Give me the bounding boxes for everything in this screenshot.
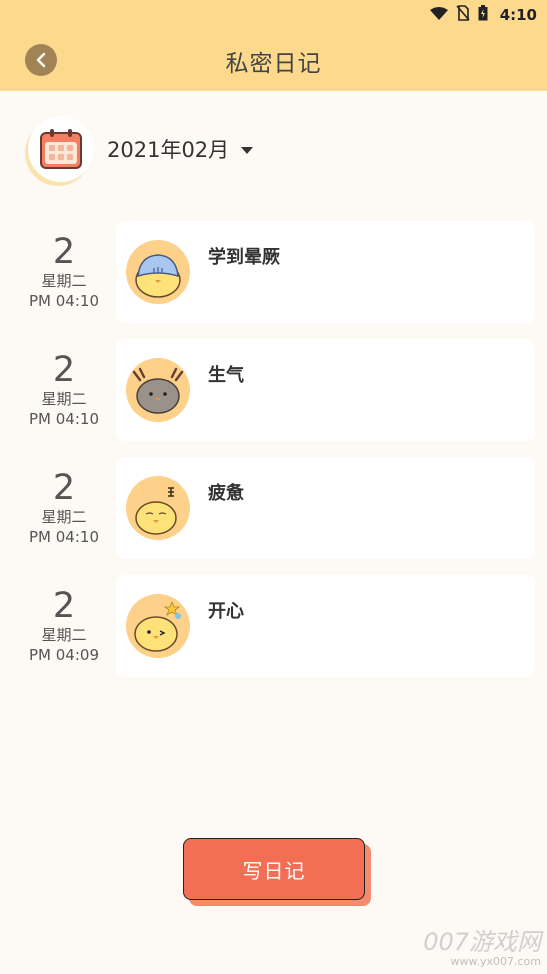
entry-day: 2: [52, 232, 76, 272]
entry-mood: 学到晕厥: [208, 247, 280, 268]
month-selector[interactable]: 2021年02月: [28, 116, 254, 182]
status-time: 4:10: [499, 6, 537, 24]
entry-weekday: 星期二: [41, 272, 87, 290]
calendar-icon: [28, 116, 94, 182]
diary-entry: 2 星期二 PM 04:09 开心: [0, 575, 547, 677]
entry-time: PM 04:10: [29, 528, 99, 546]
entry-time: PM 04:10: [29, 410, 99, 428]
entry-date: 2 星期二 PM 04:10: [24, 233, 104, 311]
wifi-icon: [429, 6, 448, 25]
diary-entry: 2 星期二 PM 04:10 生气: [0, 339, 547, 441]
entry-mood: 开心: [208, 601, 244, 622]
write-diary-button[interactable]: 写日记: [183, 838, 365, 900]
caret-down-icon[interactable]: [241, 146, 254, 154]
entry-time: PM 04:09: [29, 646, 99, 664]
entry-card[interactable]: 疲惫: [116, 457, 535, 559]
entry-day: 2: [52, 586, 76, 626]
entry-date: 2 星期二 PM 04:10: [24, 351, 104, 429]
tired-chick-icon: [126, 476, 190, 540]
angry-gray-chick-icon: [126, 358, 190, 422]
entry-card[interactable]: 开心: [116, 575, 535, 677]
happy-chick-icon: [126, 594, 190, 658]
entry-card[interactable]: 学到晕厥: [116, 221, 535, 323]
entry-mood: 疲惫: [208, 483, 244, 504]
status-bar: 4:10: [0, 0, 547, 30]
app-header: 私密日记: [0, 30, 547, 91]
diary-entry: 2 星期二 PM 04:10 疲惫: [0, 457, 547, 559]
entry-day: 2: [52, 468, 76, 508]
page-title: 私密日记: [225, 51, 322, 77]
entry-card[interactable]: 生气: [116, 339, 535, 441]
entry-weekday: 星期二: [41, 508, 87, 526]
blue-hat-chick-icon: [126, 240, 190, 304]
entry-mood: 生气: [208, 365, 244, 386]
write-diary-button-wrap: 写日记: [183, 838, 371, 906]
entry-time: PM 04:10: [29, 292, 99, 310]
no-sim-icon: [456, 5, 470, 25]
entry-date: 2 星期二 PM 04:10: [24, 469, 104, 547]
month-label: 2021年02月: [107, 138, 230, 162]
battery-icon: [478, 5, 488, 25]
diary-entry: 2 星期二 PM 04:10 学到晕厥: [0, 221, 547, 323]
watermark-sub: www.yx007.com: [450, 955, 541, 968]
watermark-main: 007游戏网: [423, 928, 541, 956]
entry-weekday: 星期二: [41, 626, 87, 644]
entry-date: 2 星期二 PM 04:09: [24, 587, 104, 665]
entry-weekday: 星期二: [41, 390, 87, 408]
entry-day: 2: [52, 350, 76, 390]
watermark: 007游戏网 www.yx007.com: [411, 929, 541, 968]
